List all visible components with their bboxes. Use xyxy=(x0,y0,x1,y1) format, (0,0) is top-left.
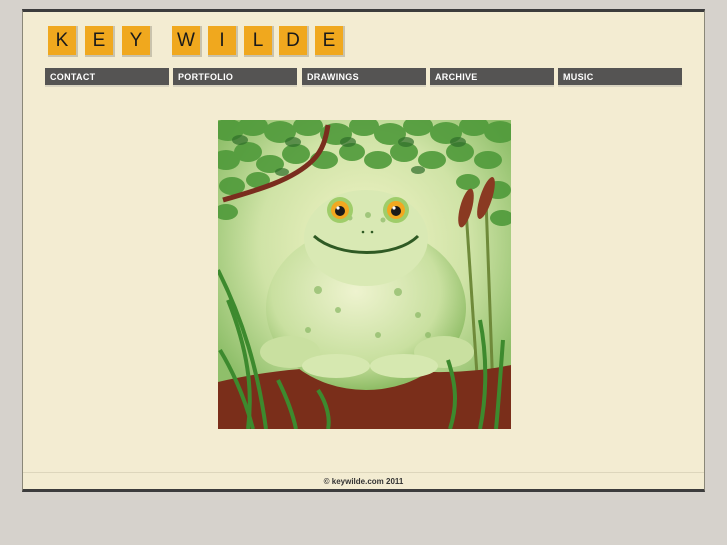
nav-item-contact[interactable]: CONTACT xyxy=(45,68,169,87)
nav-item-drawings[interactable]: DRAWINGS xyxy=(302,68,426,87)
logo-tile-y: Y xyxy=(122,26,152,57)
logo-tile-l: L xyxy=(244,26,274,57)
page-container: K E Y W I L D E CONTACT PORTFOLIO DRAWIN… xyxy=(22,9,705,492)
nav-item-portfolio[interactable]: PORTFOLIO xyxy=(173,68,297,87)
logo-tile-d: D xyxy=(279,26,309,57)
footer-divider xyxy=(23,472,704,473)
footer-copyright: © keywilde.com 2011 xyxy=(323,477,404,486)
frog-illustration-icon xyxy=(218,120,511,429)
frog-illustration xyxy=(218,120,511,429)
logo-tile-e: E xyxy=(85,26,115,57)
logo-tile-i: I xyxy=(208,26,238,57)
nav-item-music[interactable]: MUSIC xyxy=(558,68,682,87)
logo-tile-e2: E xyxy=(315,26,345,57)
nav-item-archive[interactable]: ARCHIVE xyxy=(430,68,554,87)
logo-tile-w: W xyxy=(172,26,202,57)
logo-tile-k: K xyxy=(48,26,78,57)
